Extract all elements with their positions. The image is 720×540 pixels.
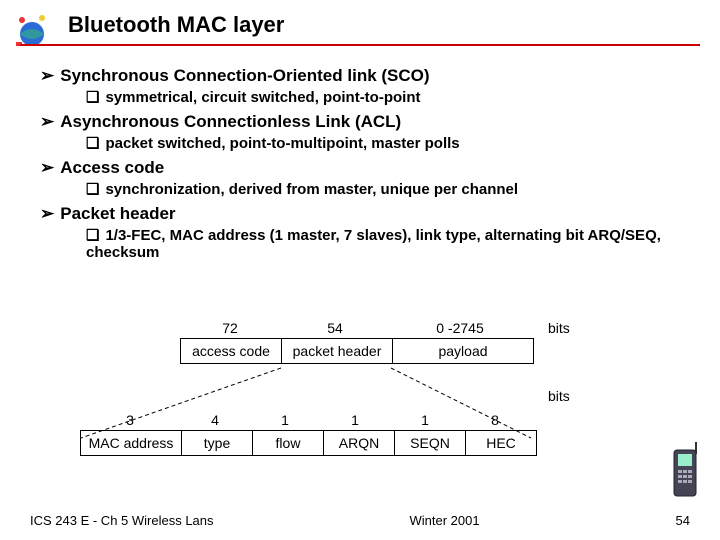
top-bits-0: 72 <box>180 320 280 336</box>
field-packet-header: packet header <box>282 338 393 364</box>
bullet-text: Synchronous Connection-Oriented link (SC… <box>60 66 429 85</box>
bottom-field-row: MAC address type flow ARQN SEQN HEC <box>80 430 640 456</box>
bot-bits-2: 1 <box>250 412 320 428</box>
footer-center: Winter 2001 <box>409 513 479 528</box>
bot-bits-4: 1 <box>390 412 460 428</box>
field-access-code: access code <box>180 338 282 364</box>
bot-bits-1: 4 <box>180 412 250 428</box>
bullet-text: Asynchronous Connectionless Link (ACL) <box>60 112 401 131</box>
top-field-row: access code packet header payload <box>180 338 640 364</box>
bullet-access-code: ➢Access code <box>40 158 680 178</box>
bullet-sco: ➢Synchronous Connection-Oriented link (S… <box>40 66 680 86</box>
phone-icon <box>668 440 702 500</box>
bullet-text: Packet header <box>60 204 175 223</box>
bot-bits-5: 8 <box>460 412 530 428</box>
field-mac-address: MAC address <box>80 430 182 456</box>
footer-left: ICS 243 E - Ch 5 Wireless Lans <box>30 513 214 528</box>
content-area: ➢Synchronous Connection-Oriented link (S… <box>40 60 680 267</box>
footer: ICS 243 E - Ch 5 Wireless Lans Winter 20… <box>30 513 690 528</box>
subbullet-text: symmetrical, circuit switched, point-to-… <box>105 89 420 106</box>
subbullet-text: 1/3-FEC, MAC address (1 master, 7 slaves… <box>86 227 661 261</box>
footer-right: 54 <box>676 513 690 528</box>
top-bits-1: 54 <box>280 320 390 336</box>
subbullet: ❑symmetrical, circuit switched, point-to… <box>86 88 680 106</box>
title-rule <box>20 44 700 46</box>
bullet-acl: ➢Asynchronous Connectionless Link (ACL) <box>40 112 680 132</box>
subbullet-text: packet switched, point-to-multipoint, ma… <box>105 135 459 152</box>
subbullet: ❑packet switched, point-to-multipoint, m… <box>86 134 680 152</box>
bits-label-top: bits <box>548 320 570 336</box>
top-bits-2: 0 -2745 <box>390 320 530 336</box>
field-hec: HEC <box>466 430 537 456</box>
subbullet: ❑1/3-FEC, MAC address (1 master, 7 slave… <box>86 226 680 261</box>
subbullet: ❑synchronization, derived from master, u… <box>86 180 680 198</box>
slide-title: Bluetooth MAC layer <box>68 12 284 38</box>
bullet-packet-header: ➢Packet header <box>40 204 680 224</box>
field-type: type <box>182 430 253 456</box>
packet-diagram: 72 54 0 -2745 bits access code packet he… <box>60 320 640 456</box>
globe-logo-icon <box>12 12 52 52</box>
bullet-text: Access code <box>60 158 164 177</box>
field-seqn: SEQN <box>395 430 466 456</box>
subbullet-text: synchronization, derived from master, un… <box>105 181 518 198</box>
field-payload: payload <box>393 338 534 364</box>
bot-bits-3: 1 <box>320 412 390 428</box>
field-arqn: ARQN <box>324 430 395 456</box>
field-flow: flow <box>253 430 324 456</box>
bits-label-bottom: bits <box>548 388 570 404</box>
bot-bits-0: 3 <box>80 412 180 428</box>
